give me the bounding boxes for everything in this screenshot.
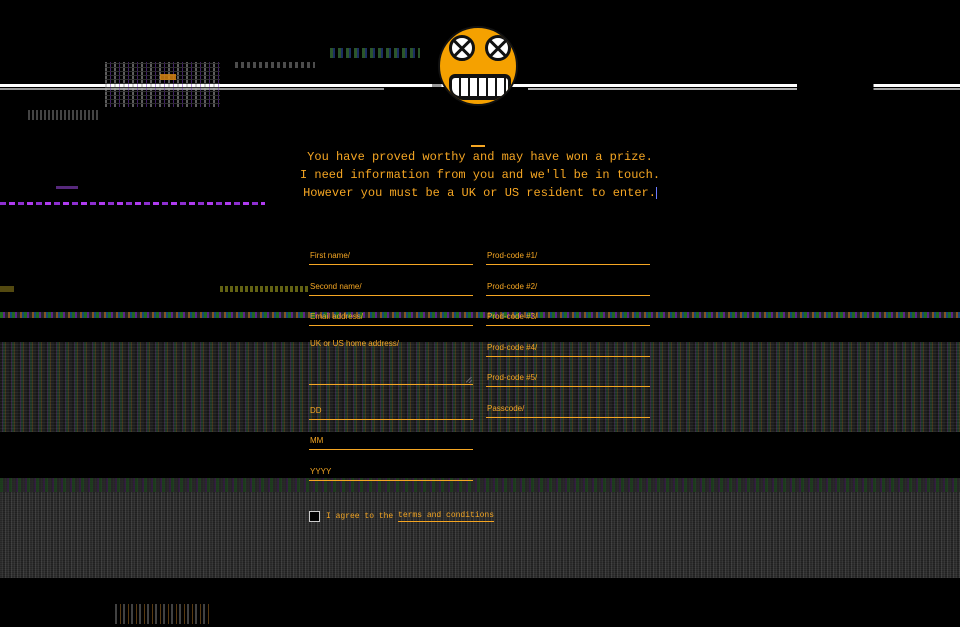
prod-code-4-field[interactable]: Prod-code #4/: [486, 333, 650, 357]
prod-code-5-field[interactable]: Prod-code #5/: [486, 363, 650, 387]
home-address-placeholder: UK or US home address/: [310, 339, 399, 348]
prod-code-1-field[interactable]: Prod-code #1/: [486, 241, 650, 265]
glitch-artifact: [330, 48, 420, 58]
agree-terms: I agree to the terms and conditions: [309, 510, 495, 522]
day-field[interactable]: DD: [309, 396, 473, 420]
prod-code-4-placeholder: Prod-code #4/: [487, 343, 538, 352]
prod-code-3-field[interactable]: Prod-code #3/: [486, 302, 650, 326]
terms-link[interactable]: terms and conditions: [398, 511, 495, 522]
glitch-artifact: [28, 110, 98, 120]
email-field[interactable]: Email address/: [309, 302, 473, 326]
second-name-placeholder: Second name/: [310, 282, 362, 291]
prod-code-2-placeholder: Prod-code #2/: [487, 282, 538, 291]
teeth-mouth: [449, 74, 511, 100]
home-address-textarea[interactable]: UK or US home address/: [309, 333, 473, 385]
glitch-purple-strip: [0, 202, 265, 205]
second-name-field[interactable]: Second name/: [309, 272, 473, 296]
glitch-band: [0, 478, 960, 578]
glitch-artifact: [160, 74, 176, 80]
year-field[interactable]: YYYY: [309, 457, 473, 481]
message-line-3: However you must be a UK or US resident …: [290, 186, 670, 200]
skull-smiley-icon: [438, 26, 518, 106]
year-placeholder: YYYY: [310, 467, 332, 476]
glitch-artifact: [235, 62, 315, 68]
glitch-artifact: [0, 286, 14, 292]
day-placeholder: DD: [310, 406, 322, 415]
first-name-field[interactable]: First name/: [309, 241, 473, 265]
message-line-1: You have proved worthy and may have won …: [307, 150, 653, 164]
passcode-placeholder: Passcode/: [487, 404, 525, 413]
passcode-field[interactable]: Passcode/: [486, 394, 650, 418]
agree-label: I agree to the: [326, 511, 399, 521]
glitch-artifact: [56, 186, 78, 189]
text-caret: [655, 186, 657, 199]
glitch-artifact: [105, 62, 220, 107]
prod-code-3-placeholder: Prod-code #3/: [487, 312, 538, 321]
glitch-artifact: [115, 604, 210, 624]
agree-checkbox[interactable]: [309, 510, 320, 522]
glitch-artifact: [220, 286, 310, 292]
glitch-band: [0, 342, 960, 432]
first-name-placeholder: First name/: [310, 251, 351, 260]
month-placeholder: MM: [310, 436, 324, 445]
prod-code-1-placeholder: Prod-code #1/: [487, 251, 538, 260]
prod-code-5-placeholder: Prod-code #5/: [487, 373, 538, 382]
email-placeholder: Email address/: [310, 312, 363, 321]
x-eye-icon: [485, 35, 511, 61]
divider-dash: [471, 145, 485, 147]
prod-code-2-field[interactable]: Prod-code #2/: [486, 272, 650, 296]
resize-handle-icon[interactable]: [466, 377, 472, 383]
message-line-3-text: However you must be a UK or US resident …: [303, 186, 656, 200]
month-field[interactable]: MM: [309, 426, 473, 450]
glitch-band: [0, 312, 960, 318]
message-line-2: I need information from you and we'll be…: [299, 168, 661, 182]
x-eye-icon: [449, 35, 475, 61]
